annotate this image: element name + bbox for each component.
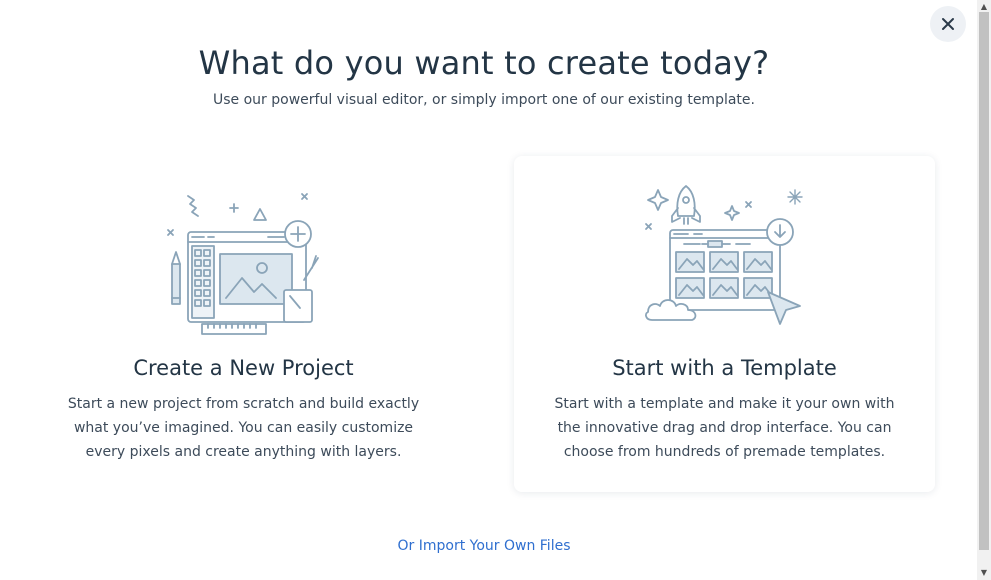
scroll-up-arrow-icon[interactable]: ▲ bbox=[977, 0, 991, 12]
card-title: Start with a Template bbox=[612, 356, 837, 380]
editor-canvas-illustration bbox=[33, 180, 454, 340]
card-title: Create a New Project bbox=[133, 356, 354, 380]
create-new-project-card[interactable]: Create a New Project Start a new project… bbox=[33, 156, 454, 492]
card-description: Start with a template and make it your o… bbox=[554, 396, 895, 460]
scrollbar-thumb[interactable] bbox=[979, 12, 989, 550]
template-gallery-illustration bbox=[514, 180, 935, 340]
close-icon bbox=[942, 18, 954, 30]
card-description: Start a new project from scratch and bui… bbox=[67, 396, 420, 460]
import-files-link[interactable]: Or Import Your Own Files bbox=[0, 538, 968, 554]
scroll-down-arrow-icon[interactable]: ▼ bbox=[977, 566, 991, 578]
start-with-template-card[interactable]: Start with a Template Start with a templ… bbox=[514, 156, 935, 492]
modal-title: What do you want to create today? bbox=[198, 44, 770, 82]
modal-subtitle: Use our powerful visual editor, or simpl… bbox=[213, 92, 755, 108]
close-button[interactable] bbox=[930, 6, 966, 42]
